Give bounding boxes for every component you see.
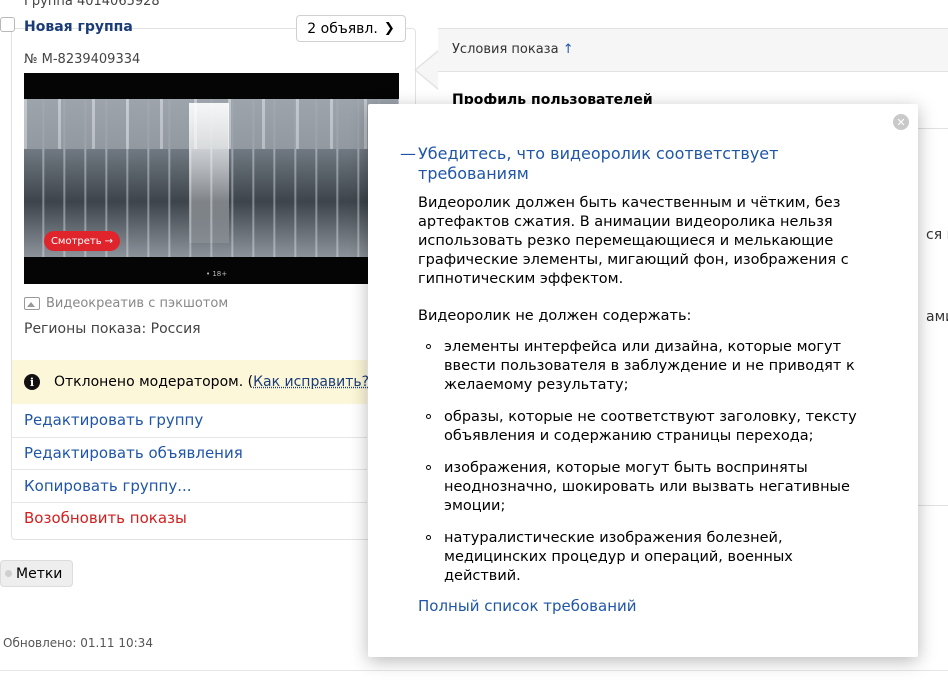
divider <box>0 670 948 671</box>
info-icon: i <box>24 374 40 390</box>
watch-button-label: Смотреть <box>50 235 102 247</box>
divider <box>918 505 948 506</box>
moderation-warning: i Отклонено модератором. (Как исправить?… <box>12 360 375 404</box>
divider <box>12 502 367 503</box>
ads-count-button[interactable]: 2 объявл. ❯ <box>296 15 406 42</box>
conditions-label: Условия показа <box>452 42 559 57</box>
popup-title[interactable]: Убедитесь, что видеоролик соответствует … <box>418 144 818 184</box>
requirements-popup: ✕ — Убедитесь, что видеоролик соответств… <box>368 104 918 657</box>
tags-label: Метки <box>16 565 63 582</box>
ads-count-label: 2 объявл. <box>307 20 378 37</box>
list-item: натуралистические изображения болезней, … <box>418 529 858 586</box>
watch-button[interactable]: Смотреть → <box>44 231 120 251</box>
panel-pointer-fill <box>416 52 438 88</box>
video-preview[interactable]: Смотреть → • 18+ <box>24 73 399 284</box>
arrow-right-icon: → <box>104 235 114 247</box>
tags-button[interactable]: Метки <box>0 560 73 587</box>
bullet-icon <box>426 465 431 470</box>
moderation-status: Отклонено модератором. <box>54 374 244 390</box>
divider <box>12 469 367 470</box>
popup-subheading: Видеоролик не должен содержать: <box>418 308 692 324</box>
edit-group-link[interactable]: Редактировать группу <box>24 411 203 429</box>
chevron-right-icon: ❯ <box>383 21 395 36</box>
resume-impressions-link[interactable]: Возобновить показы <box>24 509 187 527</box>
divider <box>12 437 367 438</box>
conditions-column-header[interactable]: Условия показа ↑ <box>452 42 574 57</box>
creative-type-row: Видеокреатив с пэкшотом <box>24 296 228 311</box>
tag-icon <box>5 570 12 577</box>
bullet-icon <box>426 344 431 349</box>
copy-group-link[interactable]: Копировать группу... <box>24 477 192 495</box>
sort-arrow-icon: ↑ <box>562 42 574 57</box>
bullet-icon <box>426 414 431 419</box>
how-to-fix-link[interactable]: Как исправить? <box>253 374 369 390</box>
list-item: изображения, которые могут быть восприня… <box>418 459 858 516</box>
list-item-text: изображения, которые могут быть восприня… <box>444 460 850 514</box>
collapse-dash[interactable]: — <box>400 144 416 163</box>
group-title[interactable]: Новая группа <box>24 19 133 35</box>
requirements-list: элементы интерфейса или дизайна, которые… <box>418 338 858 599</box>
video-frame-light <box>189 103 229 243</box>
bullet-icon <box>426 535 431 540</box>
updated-timestamp: Обновлено: 01.11 10:34 <box>3 636 153 650</box>
cropped-text: ами п <box>926 309 948 325</box>
ad-number: № М-8239409334 <box>24 52 141 67</box>
moderation-paren-open: ( <box>243 374 254 390</box>
group-id: Группа 4014065928 <box>24 0 160 9</box>
close-icon[interactable]: ✕ <box>893 114 909 130</box>
video-creative-icon <box>24 297 40 310</box>
full-requirements-link[interactable]: Полный список требований <box>418 597 637 615</box>
list-item-text: натуралистические изображения болезней, … <box>444 530 793 584</box>
list-item: образы, которые не соответствуют заголов… <box>418 408 858 446</box>
list-item-text: элементы интерфейса или дизайна, которые… <box>444 339 855 393</box>
group-checkbox[interactable] <box>0 17 15 32</box>
popup-paragraph: Видеоролик должен быть качественным и чё… <box>418 195 849 287</box>
edit-ads-link[interactable]: Редактировать объявления <box>24 444 243 462</box>
divider <box>918 128 948 129</box>
creative-type-label: Видеокреатив с пэкшотом <box>46 296 229 311</box>
moderation-warning-text: Отклонено модератором. (Как исправить?) <box>54 374 375 390</box>
list-item-text: образы, которые не соответствуют заголов… <box>444 409 857 444</box>
regions-label: Регионы показа: Россия <box>24 321 201 337</box>
cropped-text: ся ин <box>926 227 948 243</box>
video-letterbox-top <box>24 73 399 99</box>
list-item: элементы интерфейса или дизайна, которые… <box>418 338 858 395</box>
age-rating: • 18+ <box>206 270 228 278</box>
